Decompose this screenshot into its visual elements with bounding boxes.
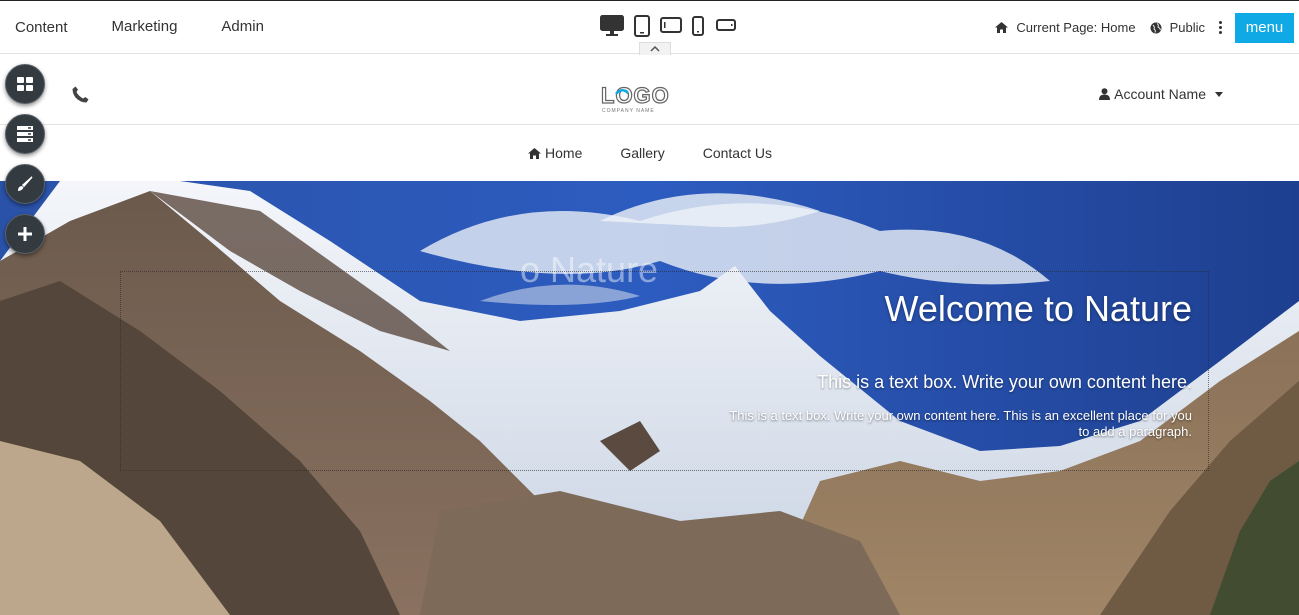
- design-tool-button[interactable]: [5, 164, 45, 204]
- phone-icon[interactable]: [692, 15, 704, 37]
- nav-item-home[interactable]: Home: [528, 145, 582, 161]
- svg-text:COMPANY NAME: COMPANY NAME: [602, 108, 655, 114]
- admin-toolbar: Content Marketing Admin Current Page: Ho…: [0, 0, 1299, 55]
- hero-paragraph: This is a text box. Write your own conte…: [729, 408, 1192, 439]
- admin-nav-admin[interactable]: Admin: [221, 18, 264, 37]
- current-page-label: Current Page: Home: [1016, 20, 1136, 35]
- hero-title: Welcome to Nature: [884, 288, 1192, 329]
- home-icon: [528, 147, 542, 159]
- account-dropdown[interactable]: Account Name: [1099, 86, 1223, 102]
- tablet-landscape-icon[interactable]: [660, 15, 682, 35]
- phone-landscape-icon[interactable]: [716, 15, 736, 35]
- hero-section: o Nature Welcome to Nature This is a tex…: [0, 181, 1299, 615]
- site-header: LOGO COMPANY NAME Account Name: [0, 54, 1299, 125]
- plus-icon: [18, 227, 32, 241]
- add-tool-button[interactable]: [5, 214, 45, 254]
- admin-nav-content[interactable]: Content: [15, 19, 68, 37]
- desktop-icon[interactable]: [600, 15, 624, 37]
- layout-tool-button[interactable]: [5, 64, 45, 104]
- server-icon: [17, 126, 33, 142]
- globe-icon: [1150, 22, 1162, 33]
- caret-down-icon: [1215, 91, 1223, 97]
- visibility-label: Public: [1169, 20, 1205, 35]
- menu-button[interactable]: menu: [1235, 12, 1294, 43]
- brush-icon: [18, 176, 33, 191]
- nav-item-gallery[interactable]: Gallery: [620, 145, 664, 161]
- side-tools: [5, 64, 45, 264]
- chevron-up-icon: [650, 46, 660, 52]
- phone-icon[interactable]: [72, 86, 89, 103]
- current-page-indicator[interactable]: Current Page: Home: [995, 20, 1136, 35]
- admin-nav-marketing[interactable]: Marketing: [112, 18, 178, 37]
- nav-item-gallery-label: Gallery: [620, 145, 665, 161]
- more-options-icon[interactable]: [1219, 21, 1222, 34]
- admin-nav: Content Marketing Admin: [15, 18, 308, 37]
- home-icon: [995, 22, 1009, 33]
- visibility-indicator[interactable]: Public: [1150, 20, 1205, 35]
- nav-item-contact-label: Contact Us: [702, 145, 772, 161]
- user-icon: [1099, 88, 1111, 100]
- tablet-icon[interactable]: [634, 15, 650, 37]
- grid-icon: [17, 77, 33, 91]
- admin-right-group: Current Page: Home Public menu: [995, 1, 1299, 54]
- hero-text-box[interactable]: Welcome to Nature This is a text box. Wr…: [120, 271, 1209, 471]
- company-logo[interactable]: LOGO COMPANY NAME: [600, 84, 676, 114]
- svg-text:LOGO: LOGO: [601, 84, 670, 108]
- site-navigation: Home Gallery Contact Us: [0, 125, 1299, 181]
- nav-item-contact[interactable]: Contact Us: [703, 145, 772, 161]
- hero-subtitle: This is a text box. Write your own conte…: [817, 372, 1192, 392]
- account-name: Account Name: [1114, 86, 1206, 102]
- nav-item-home-label: Home: [545, 145, 583, 161]
- blocks-tool-button[interactable]: [5, 114, 45, 154]
